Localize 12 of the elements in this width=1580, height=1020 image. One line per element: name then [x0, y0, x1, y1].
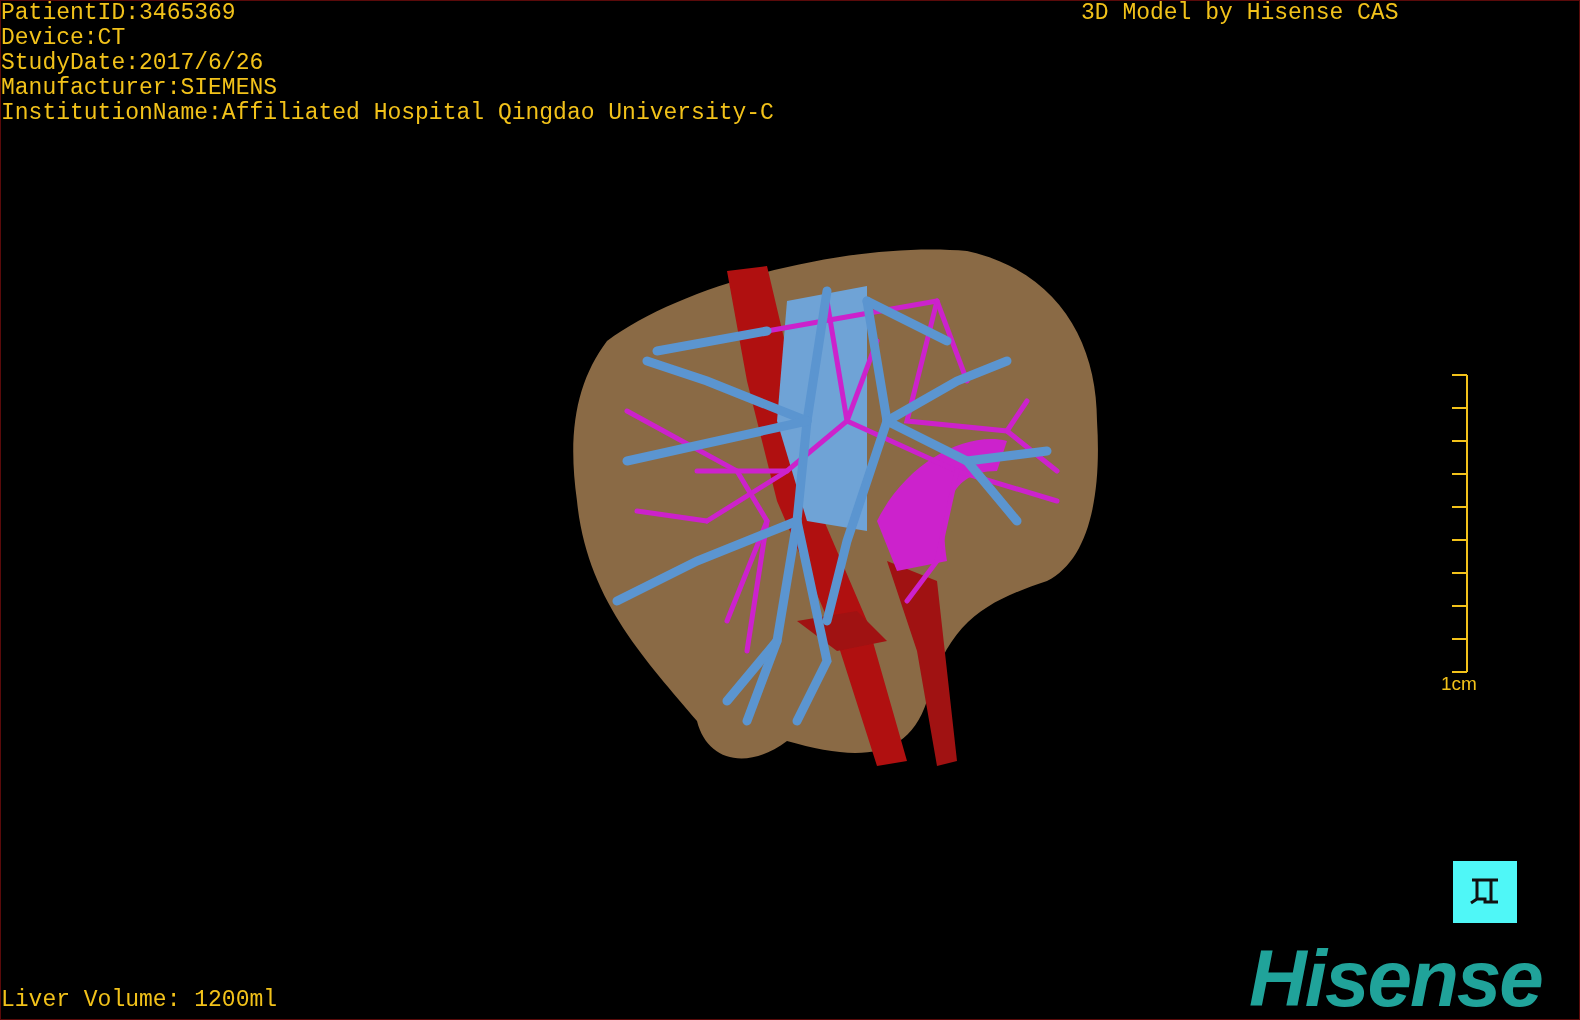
patient-info-text: Manufacturer:SIEMENS — [1, 76, 279, 101]
liver-volume-text: Liver Volume: 1200ml — [1, 988, 278, 1013]
view-tool-icon — [1469, 877, 1501, 907]
scale-ruler-icon — [1450, 374, 1469, 673]
patient-info-text: InstitutionName:Affiliated Hospital Qingdao University-C — [1, 101, 774, 126]
brand-logo: Hisense — [1249, 939, 1542, 1019]
patient-info-text: PatientID:3465369 — [1, 1, 237, 26]
patient-info-text: StudyDate:2017/6/26 — [1, 51, 265, 76]
scale-label: 1cm — [1441, 673, 1477, 695]
model-title: 3D Model by Hisense CAS — [1081, 1, 1399, 26]
view-tool-button[interactable] — [1453, 861, 1517, 923]
patient-info-text: Device:CT — [1, 26, 127, 51]
